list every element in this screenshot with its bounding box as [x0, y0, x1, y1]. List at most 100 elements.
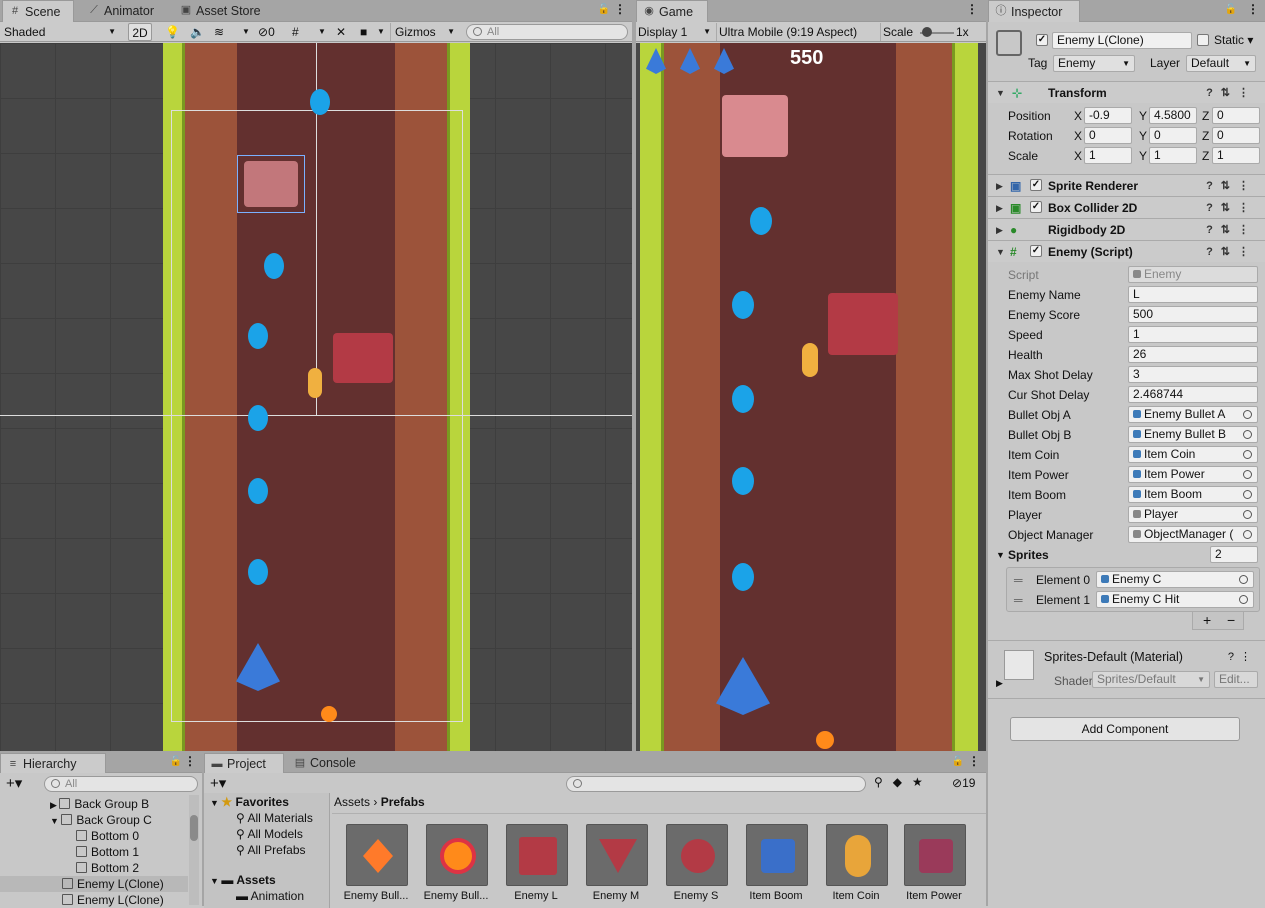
component-actions-icon[interactable]: ?⇅⋮	[1206, 219, 1257, 241]
favorites-all-models[interactable]: ⚲ All Models	[236, 826, 303, 842]
menu-icon[interactable]: ⋮	[184, 754, 196, 768]
fold-arrow-icon[interactable]: ▶	[996, 678, 1003, 689]
health-field[interactable]: 26	[1128, 346, 1258, 363]
component-actions-icon[interactable]: ?⇅⋮	[1206, 197, 1257, 219]
grid-dropdown-icon[interactable]: ▼	[318, 23, 326, 41]
create-button[interactable]: +▾	[6, 774, 22, 792]
tools-icon[interactable]: ✕	[336, 23, 346, 41]
tab-console[interactable]: ▤ Console	[288, 753, 368, 773]
object-picker-icon[interactable]	[1243, 470, 1252, 479]
rotation-x-field[interactable]: 0	[1084, 127, 1132, 144]
component-actions-icon[interactable]: ?⇅⋮	[1206, 82, 1257, 104]
object-picker-icon[interactable]	[1239, 595, 1248, 604]
component-actions-icon[interactable]: ?⇅⋮	[1206, 175, 1257, 197]
camera-dropdown-icon[interactable]: ▼	[377, 23, 385, 41]
animation-folder-item[interactable]: ▬ Animation	[236, 888, 304, 904]
enemy-score-field[interactable]: 500	[1128, 306, 1258, 323]
layer-dropdown[interactable]: Default ▼	[1186, 55, 1256, 72]
scale-y-field[interactable]: 1	[1149, 147, 1197, 164]
material-actions-icon[interactable]: ?⋮	[1228, 650, 1257, 663]
tab-hierarchy[interactable]: ≡ Hierarchy	[0, 753, 106, 773]
lock-icon[interactable]: 🔓	[952, 756, 964, 767]
tab-game[interactable]: ◉ Game	[636, 0, 708, 22]
object-picker-icon[interactable]	[1243, 490, 1252, 499]
hierarchy-item[interactable]: Bottom 1	[76, 844, 139, 860]
add-element-button[interactable]: +	[1203, 612, 1211, 628]
gizmos-dropdown[interactable]: Gizmos ▼	[390, 23, 458, 41]
project-search-input[interactable]	[566, 776, 866, 792]
menu-icon[interactable]: ⋮	[614, 2, 626, 16]
effects-dropdown-icon[interactable]: ▼	[242, 23, 250, 41]
item-power-field[interactable]: Item Power	[1128, 466, 1258, 483]
scene-viewport[interactable]	[0, 43, 632, 751]
position-z-field[interactable]: 0	[1212, 107, 1260, 124]
prefab-thumb-enemy-m[interactable]	[586, 824, 648, 886]
create-button[interactable]: +▾	[210, 774, 226, 792]
scale-slider-thumb[interactable]	[922, 27, 932, 37]
lock-icon[interactable]: 🔓	[170, 756, 182, 767]
scrollbar-thumb[interactable]	[190, 815, 198, 841]
shading-dropdown[interactable]: Shaded ▼	[4, 23, 120, 41]
display-dropdown[interactable]: Display 1 ▼	[638, 23, 714, 41]
object-picker-icon[interactable]	[1243, 410, 1252, 419]
enemy-script-header[interactable]: ▼ # ✓ Enemy (Script) ?⇅⋮	[988, 240, 1265, 262]
drag-handle-icon[interactable]: ═	[1014, 570, 1023, 590]
component-enabled-checkbox[interactable]: ✓	[1030, 201, 1042, 213]
remove-element-button[interactable]: −	[1227, 612, 1235, 628]
add-component-button[interactable]: Add Component	[1010, 717, 1240, 741]
active-checkbox[interactable]: ✓	[1036, 34, 1048, 46]
tab-scene[interactable]: # Scene	[2, 0, 74, 22]
menu-icon[interactable]: ⋮	[1247, 2, 1259, 16]
enemy-l-sprite[interactable]	[333, 333, 393, 383]
hierarchy-search-input[interactable]: All	[44, 776, 198, 792]
lock-icon[interactable]: 🔓	[1225, 4, 1237, 15]
prefab-thumb-item-coin[interactable]	[826, 824, 888, 886]
favorites-item[interactable]: ▼ ★ Favorites	[210, 794, 289, 810]
shader-dropdown[interactable]: Sprites/Default ▼	[1092, 671, 1210, 688]
object-picker-icon[interactable]	[1243, 430, 1252, 439]
sprites-element-0-field[interactable]: Enemy C	[1096, 571, 1254, 588]
hierarchy-item-selected[interactable]: Enemy L(Clone)	[0, 876, 188, 892]
mode-2d-button[interactable]: 2D	[128, 23, 152, 41]
cur-shot-delay-field[interactable]: 2.468744	[1128, 386, 1258, 403]
scale-z-field[interactable]: 1	[1212, 147, 1260, 164]
sprites-element-1-field[interactable]: Enemy C Hit	[1096, 591, 1254, 608]
hidden-packages-counter[interactable]: ⊘19	[952, 776, 975, 790]
hidden-objects-icon[interactable]: ⊘0	[258, 23, 275, 41]
effects-icon[interactable]: ≋	[214, 23, 224, 41]
max-shot-delay-field[interactable]: 3	[1128, 366, 1258, 383]
tab-animator[interactable]: ⟋ Animator	[82, 0, 172, 22]
assets-folder-item[interactable]: ▼ ▬ Assets	[210, 872, 276, 888]
audio-icon[interactable]: 🔈	[190, 23, 205, 41]
position-y-field[interactable]: 4.5800	[1149, 107, 1197, 124]
object-picker-icon[interactable]	[1243, 450, 1252, 459]
box-collider-header[interactable]: ▶ ▣ ✓ Box Collider 2D ?⇅⋮	[988, 196, 1265, 218]
sprites-count-field[interactable]: 2	[1210, 546, 1258, 563]
prefab-thumb-enemy-l[interactable]	[506, 824, 568, 886]
lock-icon[interactable]: 🔓	[598, 4, 610, 15]
rotation-z-field[interactable]: 0	[1212, 127, 1260, 144]
object-manager-field[interactable]: ObjectManager (	[1128, 526, 1258, 543]
prefab-thumb-item-boom[interactable]	[746, 824, 808, 886]
component-enabled-checkbox[interactable]: ✓	[1030, 245, 1042, 257]
prefab-thumb-enemy-bullet-b[interactable]	[426, 824, 488, 886]
rigidbody-header[interactable]: ▶ ● Rigidbody 2D ?⇅⋮	[988, 218, 1265, 240]
component-actions-icon[interactable]: ?⇅⋮	[1206, 241, 1257, 263]
sprite-renderer-header[interactable]: ▶ ▣ ✓ Sprite Renderer ?⇅⋮	[988, 174, 1265, 196]
enemy-l-sprite[interactable]	[244, 161, 298, 207]
favorites-all-prefabs[interactable]: ⚲ All Prefabs	[236, 842, 306, 858]
shader-edit-button[interactable]: Edit...	[1214, 671, 1258, 688]
enemy-name-field[interactable]: L	[1128, 286, 1258, 303]
tab-inspector[interactable]: ⓘ Inspector	[988, 0, 1080, 22]
static-label[interactable]: Static ▾	[1214, 33, 1253, 47]
breadcrumb-item[interactable]: Prefabs	[381, 795, 425, 809]
grid-snap-icon[interactable]: #	[292, 23, 299, 41]
scrollbar[interactable]	[189, 795, 199, 905]
player-field[interactable]: Player	[1128, 506, 1258, 523]
static-checkbox[interactable]	[1197, 34, 1209, 46]
transform-header[interactable]: ▼ ⊹ Transform ?⇅⋮	[988, 81, 1265, 103]
hierarchy-item[interactable]: ▶ Back Group B	[50, 796, 149, 812]
item-coin-field[interactable]: Item Coin	[1128, 446, 1258, 463]
scene-search-input[interactable]: All	[466, 24, 628, 40]
tag-dropdown[interactable]: Enemy ▼	[1053, 55, 1135, 72]
